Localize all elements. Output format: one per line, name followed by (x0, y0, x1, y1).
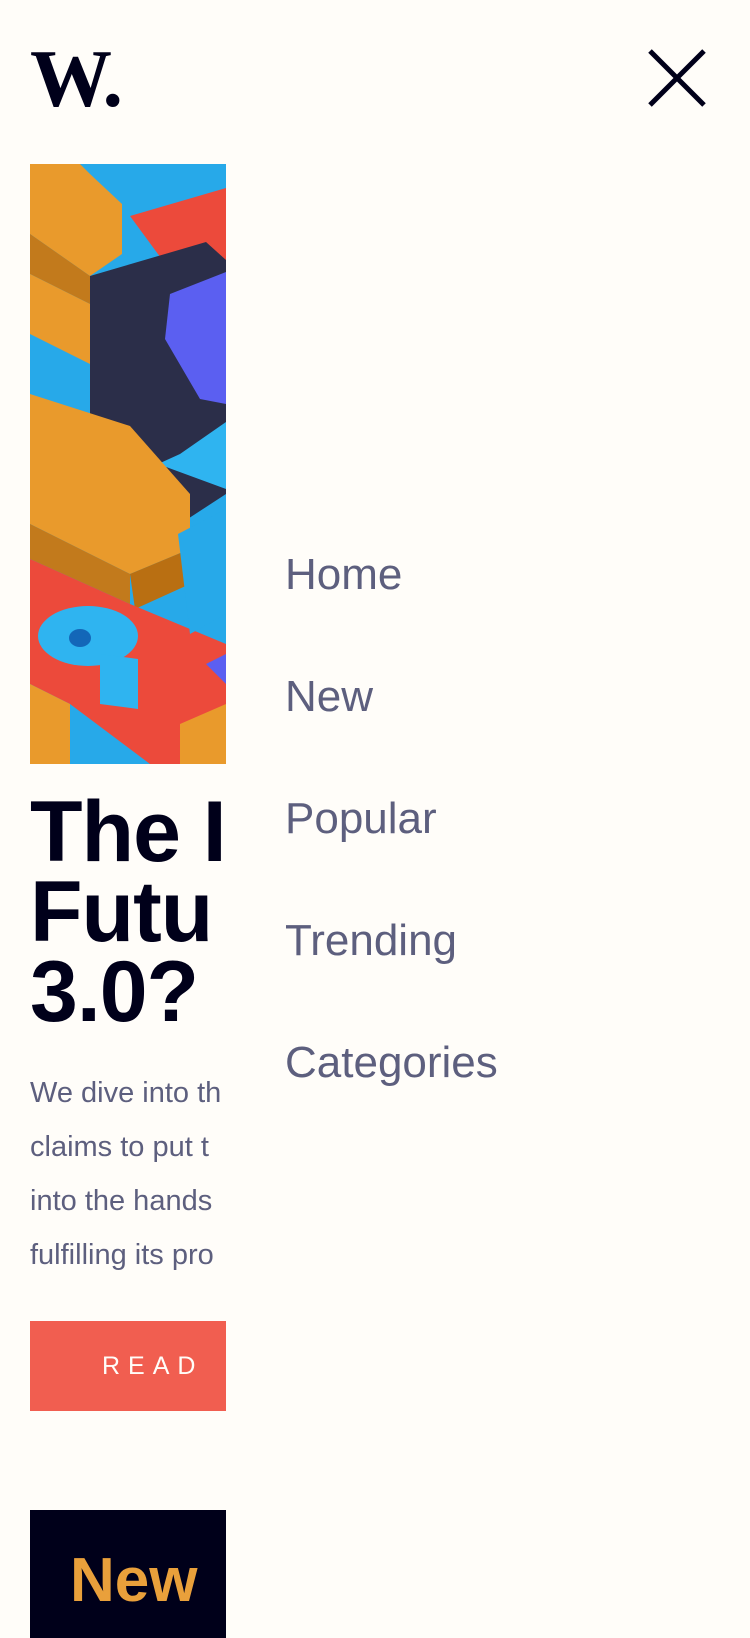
new-section-panel: New (30, 1510, 226, 1638)
close-icon (648, 49, 706, 107)
article-preview: The I Futu 3.0? We dive into th claims t… (30, 164, 226, 1638)
nav-item-home[interactable]: Home (285, 545, 498, 667)
new-section-title: New (70, 1546, 198, 1615)
nav-item-categories[interactable]: Categories (285, 1033, 498, 1155)
mobile-nav-menu: Home New Popular Trending Categories (285, 545, 498, 1155)
nav-item-popular[interactable]: Popular (285, 789, 498, 911)
abstract-3d-blocks-image (30, 164, 226, 764)
nav-item-trending[interactable]: Trending (285, 911, 498, 1033)
article-excerpt: We dive into th claims to put t into the… (30, 1077, 222, 1271)
logo[interactable]: W. (30, 38, 123, 120)
hero-image[interactable] (30, 164, 226, 764)
read-more-button[interactable]: READ (30, 1321, 226, 1411)
close-menu-button[interactable] (644, 45, 710, 111)
nav-item-new[interactable]: New (285, 667, 498, 789)
article-headline[interactable]: The I Futu 3.0? (30, 789, 226, 1035)
